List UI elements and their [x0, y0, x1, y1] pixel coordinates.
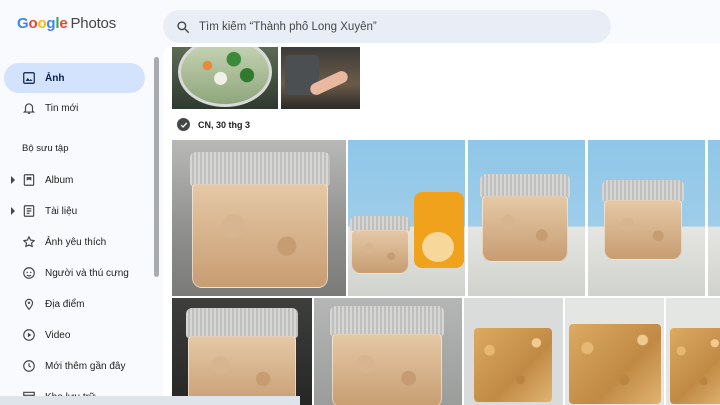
chevron-right-icon[interactable]: [10, 207, 16, 215]
jar-lid: [602, 180, 684, 202]
photo-thumbnail[interactable]: [565, 298, 664, 405]
jar-lid: [480, 174, 570, 198]
orange-box: [414, 192, 464, 268]
sidebar-item-favorites[interactable]: Ảnh yêu thích: [4, 227, 145, 257]
face-icon: [22, 266, 36, 280]
sidebar-item-photos[interactable]: Ảnh: [4, 63, 145, 93]
photo-thumbnail[interactable]: [708, 140, 720, 296]
sidebar-item-label: Album: [45, 175, 74, 186]
search-icon[interactable]: [167, 20, 199, 34]
select-date-checkbox[interactable]: [177, 118, 190, 131]
photo-thumbnail[interactable]: [172, 298, 312, 405]
sidebar: Ảnh Tin mới Bộ sưu tập Album Tài liệu Ản…: [0, 55, 160, 405]
photo-thumbnail[interactable]: [588, 140, 705, 296]
jar-body: [192, 184, 328, 288]
document-icon: [22, 204, 36, 218]
sidebar-scrollbar[interactable]: [154, 57, 159, 277]
jar-body: [482, 196, 568, 262]
google-photos-logo[interactable]: Google Photos: [17, 15, 116, 32]
play-icon: [22, 328, 36, 342]
sidebar-item-documents[interactable]: Tài liệu: [4, 196, 145, 226]
jar-body: [604, 200, 682, 260]
jar-lid: [330, 306, 444, 336]
pork-floss: [670, 328, 720, 404]
sidebar-item-albums[interactable]: Album: [4, 165, 145, 195]
photo-grid: CN, 30 thg 3: [163, 43, 720, 405]
sidebar-item-label: Tài liệu: [45, 206, 78, 217]
pork-floss: [474, 328, 552, 402]
sidebar-item-label: Địa điểm: [45, 299, 85, 310]
photo-thumbnail[interactable]: [464, 298, 563, 405]
photo-icon: [22, 71, 36, 85]
photo-thumbnail[interactable]: [348, 140, 465, 296]
photo-thumbnail[interactable]: [172, 140, 346, 296]
photo-thumbnail[interactable]: [281, 47, 360, 109]
sidebar-item-label: Video: [45, 330, 71, 341]
sidebar-item-label: Ảnh yêu thích: [45, 237, 107, 248]
sidebar-item-recently-added[interactable]: Mới thêm gần đây: [4, 351, 145, 381]
status-bar: [0, 396, 300, 405]
google-wordmark: Google: [17, 15, 68, 32]
sidebar-item-label: Mới thêm gần đây: [45, 361, 126, 372]
google-photos-app: GooglePhotos Ảnh Tin mới Bộ sưu tập Albu…: [0, 0, 720, 405]
sidebar-item-label: Người và thú cưng: [45, 268, 129, 279]
star-icon: [22, 235, 36, 249]
photo-thumbnail[interactable]: [666, 298, 720, 405]
product-name: Photos: [70, 15, 117, 32]
date-section-header: CN, 30 thg 3: [177, 118, 250, 131]
jar-lid: [190, 152, 330, 186]
search-input[interactable]: [199, 20, 579, 33]
sidebar-item-label: Tin mới: [45, 103, 79, 114]
clock-icon: [22, 359, 36, 373]
jar-body: [351, 230, 409, 274]
pork-floss: [569, 324, 661, 404]
photo-thumbnail[interactable]: [468, 140, 585, 296]
sidebar-item-label: Ảnh: [45, 73, 65, 84]
photo-thumbnail[interactable]: [314, 298, 462, 405]
search-bar[interactable]: [163, 10, 611, 43]
jar-body: [332, 334, 442, 405]
date-label: CN, 30 thg 3: [198, 119, 251, 130]
sidebar-item-updates[interactable]: Tin mới: [4, 93, 145, 123]
cartoon-face: [422, 232, 454, 262]
chevron-right-icon[interactable]: [10, 176, 16, 184]
bell-icon: [22, 101, 36, 115]
location-pin-icon: [22, 297, 36, 311]
sidebar-item-videos[interactable]: Video: [4, 320, 145, 350]
jar-lid: [186, 308, 298, 338]
soup-pot: [178, 47, 272, 107]
album-icon: [22, 173, 36, 187]
photo-thumbnail[interactable]: [172, 47, 278, 109]
sidebar-item-places[interactable]: Địa điểm: [4, 289, 145, 319]
collections-heading: Bộ sưu tập: [22, 143, 69, 154]
jar-body: [188, 336, 296, 405]
sidebar-item-people-pets[interactable]: Người và thú cưng: [4, 258, 145, 288]
